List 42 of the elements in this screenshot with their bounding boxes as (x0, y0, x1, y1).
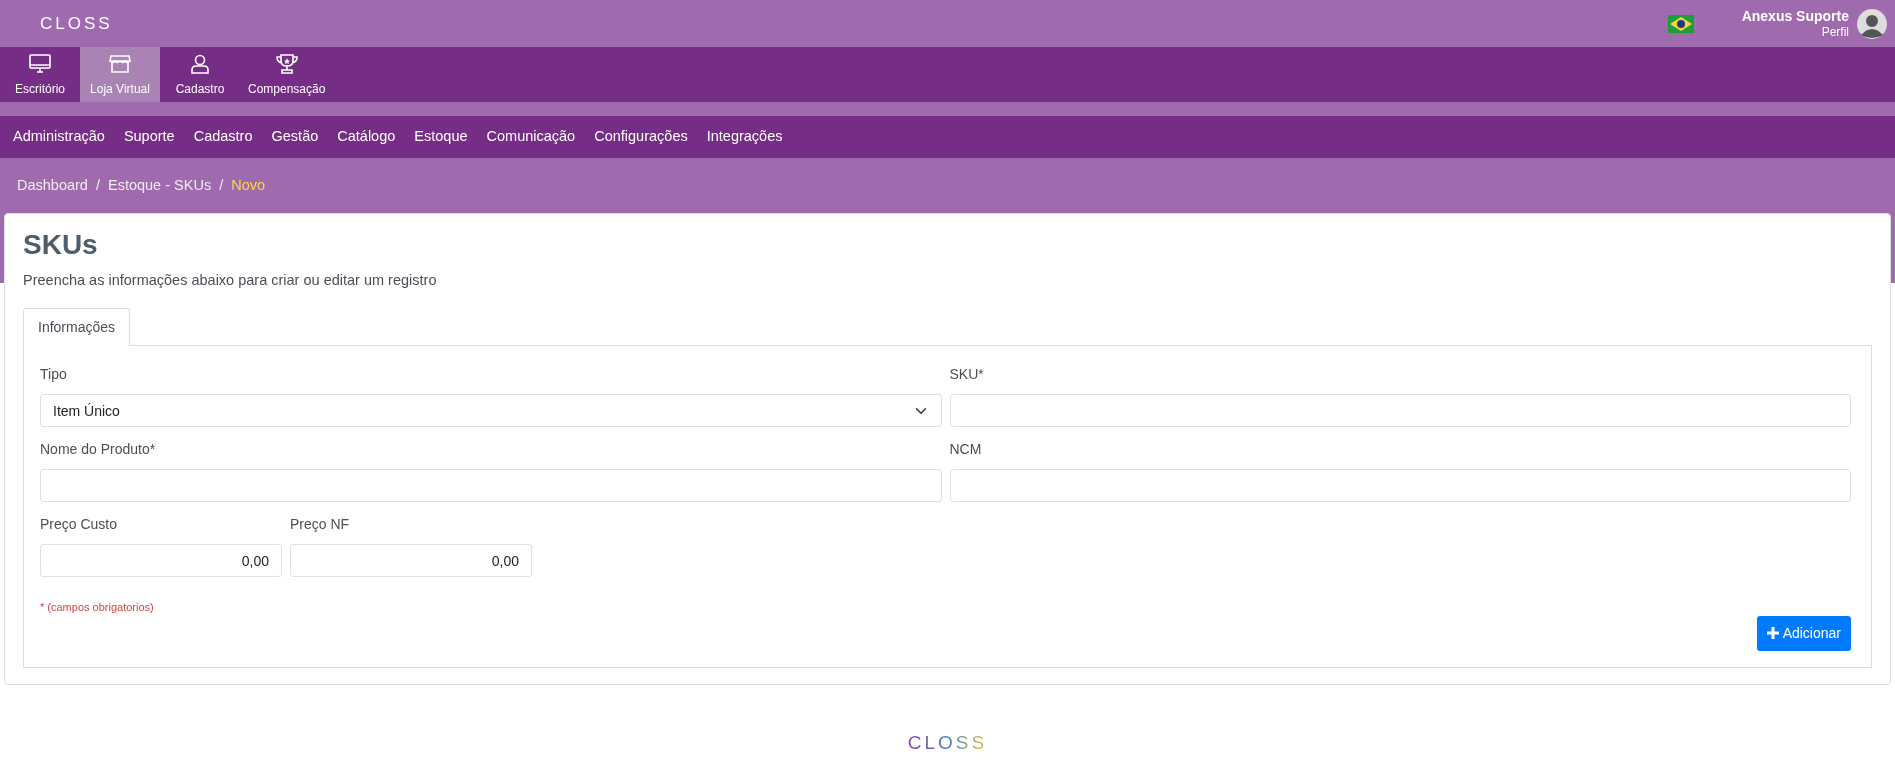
breadcrumb-separator: / (95, 175, 100, 195)
breadcrumb-item[interactable]: Estoque - SKUs (107, 174, 212, 197)
required-note: * (campos obrigatorios) (40, 600, 155, 616)
field-label: Preço Custo (40, 515, 119, 535)
field-label: NCM (949, 440, 983, 460)
field-label: SKU* (949, 365, 985, 385)
menu-link[interactable]: Configurações (594, 126, 688, 148)
field-label: Preço NF (290, 515, 351, 535)
module-tab[interactable]: Cadastro (160, 47, 240, 102)
menu-link[interactable]: Administração (13, 126, 105, 148)
add-button[interactable]: Adicionar (1756, 615, 1851, 651)
menu-link[interactable]: Gestão (271, 126, 319, 148)
cost-price-input[interactable]: 0,00 (40, 544, 282, 578)
product-name-input[interactable] (40, 469, 942, 503)
avatar-icon[interactable] (1857, 8, 1887, 39)
menu-link[interactable]: Comunicação (486, 126, 576, 148)
breadcrumb-separator: / (219, 175, 224, 195)
menu-link[interactable]: Catálogo (337, 126, 396, 148)
menu-link[interactable]: Cadastro (193, 126, 253, 148)
breadcrumb-item[interactable]: Dashboard (17, 174, 88, 197)
field-label: Tipo (40, 365, 68, 385)
page-subtitle: Preencha as informações abaixo para criar ou editar um registro (23, 270, 438, 290)
logo[interactable]: CLOSS (40, 15, 113, 32)
type-select[interactable]: Item Único (40, 394, 942, 428)
invoice-price-input[interactable]: 0,00 (290, 544, 532, 578)
flag-icon[interactable] (1667, 14, 1694, 33)
trophy-icon (274, 51, 299, 76)
module-tab[interactable]: Escritório (0, 47, 80, 102)
page-title: SKUs (23, 228, 99, 262)
plus-icon (1766, 627, 1779, 640)
profile-link[interactable]: Perfil (1741, 24, 1849, 40)
tab[interactable]: Informações (23, 308, 131, 347)
menu-link[interactable]: Integrações (706, 126, 783, 148)
monitor-icon (28, 51, 52, 76)
menu-link[interactable]: Suporte (123, 126, 175, 148)
field-label: Nome do Produto* (40, 440, 157, 460)
breadcrumb-item: Novo (231, 175, 266, 195)
menu-link[interactable]: Estoque (414, 126, 468, 148)
module-tab[interactable]: Compensação (240, 47, 334, 102)
sku-input[interactable] (949, 394, 1851, 428)
ncm-input[interactable] (949, 469, 1851, 503)
user-name: Anexus Suporte (1741, 7, 1849, 25)
